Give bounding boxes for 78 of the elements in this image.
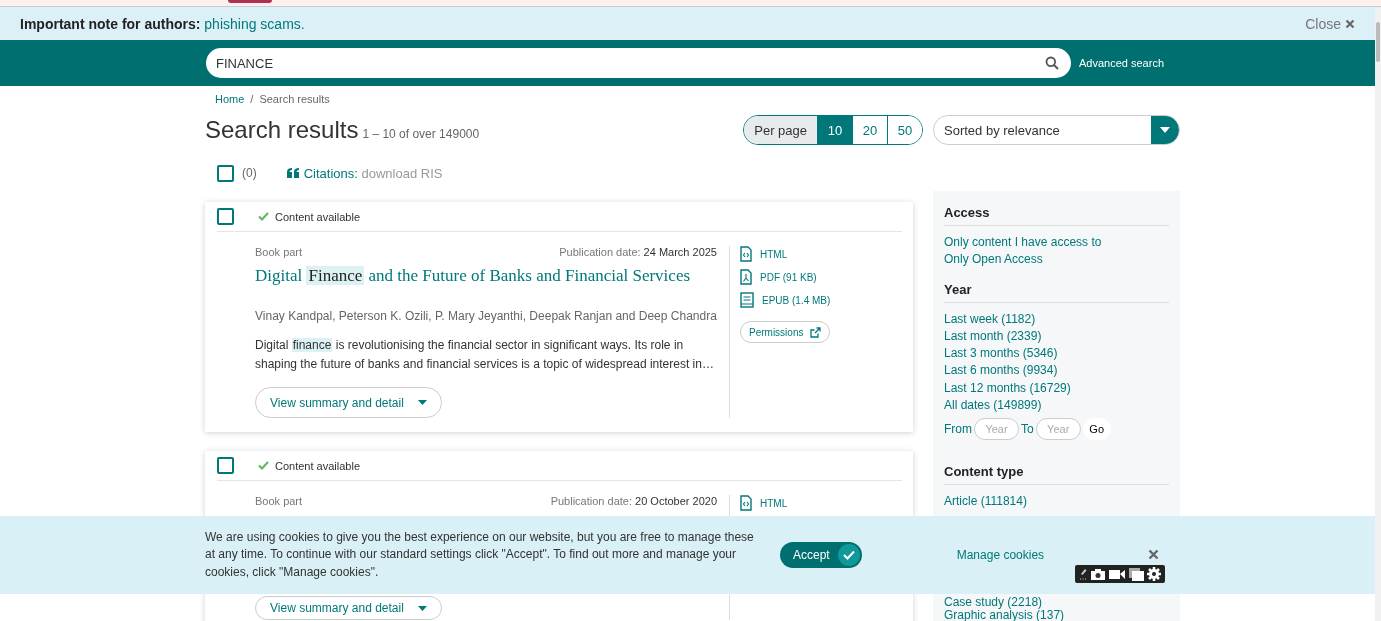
- publication-date: Publication date: 24 March 2025: [559, 246, 717, 258]
- filter-option[interactable]: Only Open Access: [944, 251, 1169, 269]
- filter-option[interactable]: Last 12 months (16729): [944, 379, 1169, 398]
- video-camera-icon[interactable]: [1109, 568, 1126, 580]
- breadcrumb-link[interactable]: Home: [215, 93, 245, 107]
- content-type: Book part: [255, 495, 303, 508]
- advanced-search-link[interactable]: Advanced search: [1079, 57, 1164, 69]
- publication-date: Publication date: 20 October 2020: [550, 495, 717, 508]
- per-page-option[interactable]: 50: [887, 116, 922, 144]
- format-link[interactable]: EPUB (1.4 MB): [740, 292, 831, 308]
- filter-option[interactable]: Last week (1182): [944, 310, 1169, 328]
- check-icon: [258, 212, 269, 221]
- code-file-icon: [740, 246, 752, 262]
- permissions-button[interactable]: Permissions: [740, 321, 831, 343]
- camera-icon[interactable]: [1090, 567, 1107, 581]
- select-all-checkbox[interactable]: [217, 164, 234, 182]
- filter-option[interactable]: Last month (2339): [944, 327, 1169, 346]
- filter-option[interactable]: Only content I have access to: [944, 234, 1169, 252]
- breadcrumb-separator: /: [250, 93, 254, 107]
- result-title-link[interactable]: Digital Finance and the Future of Banks and Financial Services: [255, 265, 717, 288]
- page-title: Search results: [205, 116, 359, 144]
- pen-icon[interactable]: [1078, 567, 1087, 581]
- per-page-label: Per page: [744, 116, 817, 144]
- filter-option[interactable]: Graphic analysis (137): [944, 608, 1169, 621]
- result-range: 1 – 10 of over 149000: [362, 127, 480, 141]
- windows-icon[interactable]: [1128, 567, 1144, 581]
- filter-option[interactable]: Last 3 months (5346): [944, 345, 1169, 363]
- filter-option[interactable]: All dates (149899): [944, 397, 1169, 415]
- close-icon: [1345, 18, 1355, 29]
- check-icon: [258, 461, 269, 471]
- filter-option[interactable]: Case study (2218): [944, 595, 1169, 609]
- pdf-file-icon: [740, 269, 752, 285]
- caret-icon: [1160, 127, 1170, 133]
- go-button[interactable]: Go: [1082, 418, 1111, 441]
- quote-icon: [286, 168, 300, 178]
- result-checkbox[interactable]: [217, 208, 234, 225]
- view-summary-button[interactable]: View summary and detail: [255, 387, 442, 419]
- external-link-icon: [810, 326, 822, 338]
- to-year-field[interactable]: Year: [1035, 418, 1081, 441]
- caret-icon: [417, 605, 427, 611]
- close-icon[interactable]: [1148, 549, 1159, 560]
- settings-icon[interactable]: [1147, 567, 1162, 581]
- content-type: Book part: [255, 246, 303, 258]
- filter-heading: Access: [944, 205, 1169, 226]
- filter-heading: Content type: [944, 464, 1169, 486]
- view-summary-button[interactable]: View summary and detail: [255, 596, 442, 621]
- from-label: From: [944, 422, 972, 437]
- search-field[interactable]: FINANCE: [206, 48, 1071, 78]
- selected-count: (0): [242, 166, 257, 180]
- current-page-label: Search results: [259, 93, 330, 107]
- book-icon: [740, 292, 754, 308]
- cookie-message: We are using cookies to give you the best experience on our website, but you are free to manage these at any time. To continue with our standard settings click "Accept". To find out more and manage your cookies, click "Manage cookies".: [205, 528, 755, 581]
- format-link[interactable]: HTML: [740, 246, 788, 262]
- scrollbar-thumb[interactable]: [1376, 22, 1380, 62]
- citations-link[interactable]: Citations: download RIS: [303, 165, 443, 181]
- availability-label: Content available: [275, 459, 360, 472]
- filter-heading: Year: [944, 281, 1169, 303]
- filter-option[interactable]: Last 6 months (9934): [944, 362, 1169, 380]
- close-button[interactable]: Close: [1305, 15, 1355, 32]
- to-label: To: [1021, 422, 1034, 437]
- per-page-option[interactable]: 10: [817, 116, 852, 144]
- scrollbar[interactable]: [1375, 8, 1381, 621]
- abstract-text: Digital finance is revolutionising the financial sector in significant ways. Its role in shaping the future of banks and financial services is a topic of widespread interest in…: [255, 337, 715, 373]
- caret-icon: [417, 400, 427, 406]
- format-link[interactable]: PDF (91 KB): [740, 269, 817, 285]
- notice-text: Important note for authors: phishing scams.: [20, 15, 305, 32]
- availability-label: Content available: [275, 210, 360, 223]
- author-list: Vinay Kandpal, Peterson K. Ozili, P. Mary Jeyanthi, Deepak Ranjan and Deep Chandra: [255, 309, 717, 324]
- filter-option[interactable]: Article (111814): [944, 493, 1169, 511]
- from-year-field[interactable]: Year: [974, 418, 1019, 441]
- check-icon: [842, 550, 855, 560]
- format-link[interactable]: HTML: [740, 495, 788, 512]
- code-file-icon: [740, 495, 752, 512]
- manage-cookies-link[interactable]: Manage cookies: [956, 548, 1045, 562]
- accept-button[interactable]: Accept: [780, 542, 862, 568]
- phishing-link[interactable]: phishing scams.: [204, 15, 305, 32]
- search-icon[interactable]: [1045, 56, 1059, 70]
- result-checkbox[interactable]: [217, 457, 234, 475]
